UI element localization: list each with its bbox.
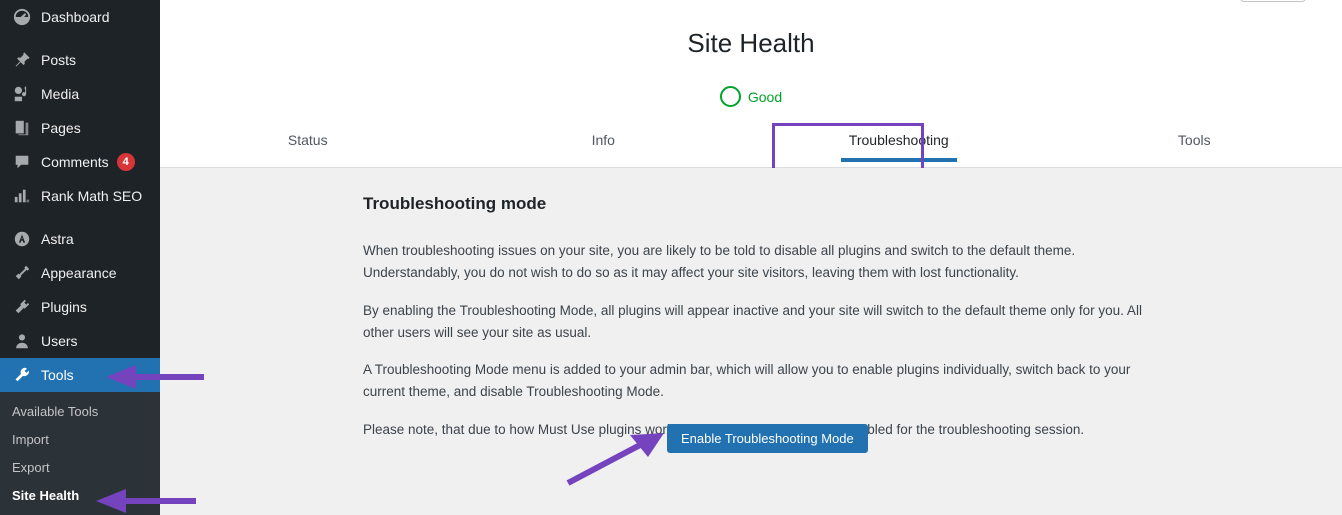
- submenu-item-export[interactable]: Export: [0, 453, 160, 481]
- sidebar-item-users[interactable]: Users: [0, 324, 160, 358]
- pages-icon: [12, 118, 32, 138]
- users-icon: [12, 331, 32, 351]
- tab-info[interactable]: Info: [456, 126, 752, 162]
- sidebar-item-label: Tools: [41, 367, 74, 383]
- tab-label: Status: [287, 132, 328, 148]
- tab-label: Tools: [1177, 132, 1211, 148]
- site-health-tabs: Status Info Troubleshooting Tools: [160, 126, 1342, 162]
- screenshot-root: Dashboard Posts Media Pages Comments 4 R…: [0, 0, 1342, 515]
- tools-submenu: Available Tools Import Export Site Healt…: [0, 392, 160, 515]
- submenu-item-label: Import: [12, 431, 49, 447]
- submenu-item-import[interactable]: Import: [0, 425, 160, 453]
- sidebar-item-tools[interactable]: Tools: [0, 358, 160, 392]
- sidebar-item-rank-math-seo[interactable]: Rank Math SEO: [0, 179, 160, 213]
- tab-status[interactable]: Status: [160, 126, 456, 162]
- panel-body: Troubleshooting mode When troubleshootin…: [363, 194, 1163, 457]
- tools-icon: [12, 365, 32, 385]
- rank-math-icon: [12, 186, 32, 206]
- sidebar-item-astra[interactable]: Astra: [0, 222, 160, 256]
- media-icon: [12, 84, 32, 104]
- main-content: Help ▼ Site Health Good Status Info Trou…: [160, 0, 1342, 515]
- panel-heading: Troubleshooting mode: [363, 194, 547, 213]
- sidebar-item-media[interactable]: Media: [0, 77, 160, 111]
- pin-icon: [12, 50, 32, 70]
- admin-sidebar: Dashboard Posts Media Pages Comments 4 R…: [0, 0, 160, 515]
- sidebar-item-label: Dashboard: [41, 9, 110, 25]
- page-header: Help ▼ Site Health Good Status Info Trou…: [160, 0, 1342, 175]
- tab-tools[interactable]: Tools: [1047, 126, 1342, 162]
- plugins-icon: [12, 297, 32, 317]
- sidebar-item-label: Posts: [41, 52, 77, 68]
- sidebar-item-comments[interactable]: Comments 4: [0, 145, 160, 179]
- panel-paragraph: A Troubleshooting Mode menu is added to …: [363, 362, 1131, 400]
- dashboard-icon: [12, 7, 32, 27]
- tab-label: Troubleshooting: [848, 132, 949, 148]
- submenu-item-label: Export: [12, 459, 50, 475]
- status-ring-icon: [719, 86, 741, 107]
- sidebar-item-label: Appearance: [41, 265, 117, 281]
- submenu-item-site-health[interactable]: Site Health: [0, 481, 160, 509]
- enable-troubleshooting-mode-button[interactable]: Enable Troubleshooting Mode: [667, 424, 868, 453]
- sidebar-item-label: Rank Math SEO: [41, 188, 143, 204]
- comments-icon: [12, 152, 32, 172]
- help-tab-button[interactable]: Help ▼: [1240, 0, 1306, 2]
- submenu-item-label: Available Tools: [12, 403, 99, 419]
- sidebar-separator: [0, 34, 160, 43]
- tab-troubleshooting[interactable]: Troubleshooting: [751, 126, 1047, 162]
- status-badge: 4: [116, 153, 135, 171]
- sidebar-item-label: Comments: [41, 154, 109, 170]
- sidebar-item-label: Pages: [41, 120, 81, 136]
- troubleshooting-panel: Troubleshooting mode When troubleshootin…: [160, 168, 1342, 515]
- sidebar-item-label: Media: [41, 86, 80, 102]
- page-title: Site Health: [687, 28, 815, 58]
- site-health-status: Good: [160, 86, 1342, 107]
- sidebar-item-label: Plugins: [41, 299, 87, 315]
- sidebar-item-label: Users: [41, 333, 78, 349]
- sidebar-item-label: Astra: [41, 231, 74, 247]
- tab-label: Info: [591, 132, 615, 148]
- astra-icon: [12, 229, 32, 249]
- sidebar-item-pages[interactable]: Pages: [0, 111, 160, 145]
- sidebar-item-posts[interactable]: Posts: [0, 43, 160, 77]
- sidebar-item-appearance[interactable]: Appearance: [0, 256, 160, 290]
- appearance-icon: [12, 263, 32, 283]
- sidebar-item-plugins[interactable]: Plugins: [0, 290, 160, 324]
- sidebar-item-dashboard[interactable]: Dashboard: [0, 0, 160, 34]
- panel-paragraph: By enabling the Troubleshooting Mode, al…: [363, 302, 1142, 340]
- submenu-item-label: Site Health: [12, 487, 80, 503]
- panel-paragraph: When troubleshooting issues on your site…: [363, 243, 1076, 280]
- status-label: Good: [747, 88, 783, 105]
- submenu-item-available-tools[interactable]: Available Tools: [0, 397, 160, 425]
- sidebar-separator: [0, 213, 160, 222]
